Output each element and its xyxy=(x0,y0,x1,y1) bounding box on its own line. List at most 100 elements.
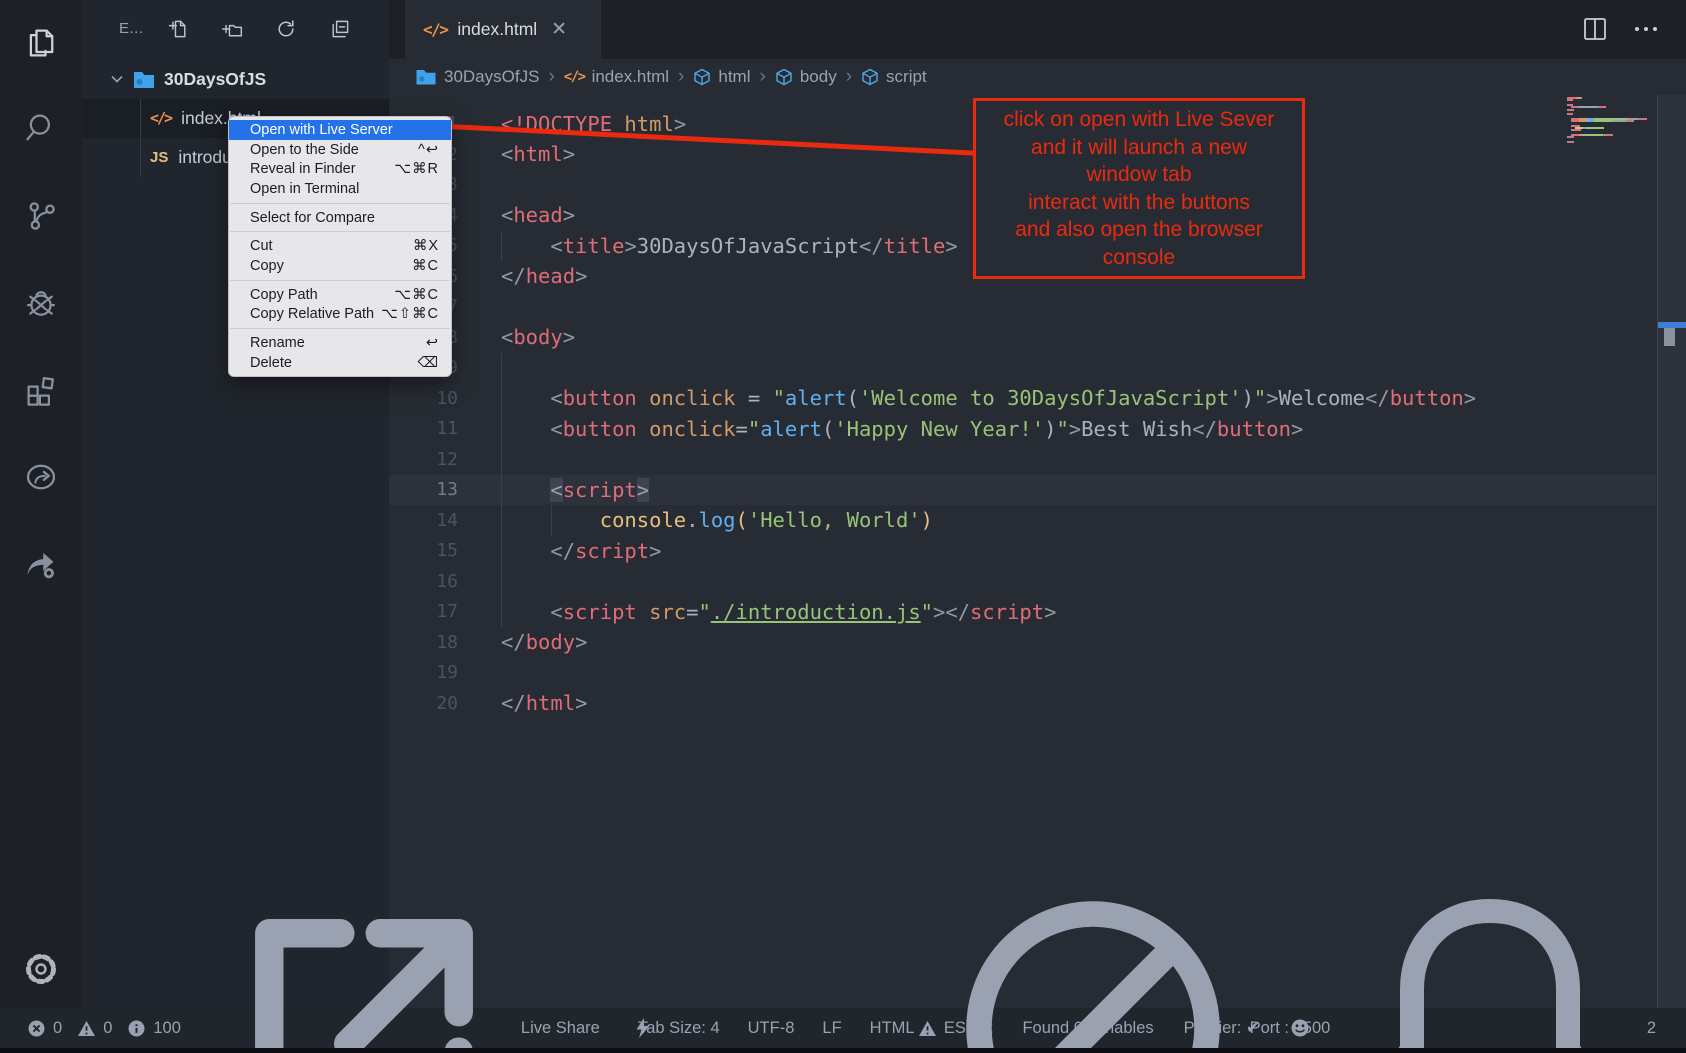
code-line-17: 17 <script src="./introduction.js"></scr… xyxy=(389,597,1656,628)
status-prettier-[interactable]: Prettier: ✔ xyxy=(1184,1018,1260,1038)
status-label: HTML xyxy=(870,1019,915,1038)
status-0[interactable]: 0 xyxy=(27,1019,62,1038)
menu-item-reveal-in-finder[interactable]: Reveal in Finder⌥⌘R xyxy=(229,159,451,179)
warning-icon xyxy=(77,1020,96,1037)
line-number: 13 xyxy=(389,479,458,500)
line-number: 11 xyxy=(389,418,458,439)
menu-item-label: Open with Live Server xyxy=(250,122,393,138)
scrollbar[interactable] xyxy=(1657,95,1686,1008)
annotation-text: and also open the browser xyxy=(976,216,1302,244)
bell-icon xyxy=(1340,878,1640,1053)
status-label: Live Share xyxy=(521,1019,600,1038)
menu-item-delete[interactable]: Delete⌫ xyxy=(229,353,451,373)
menu-item-label: Rename xyxy=(250,335,305,351)
status-label: 100 xyxy=(153,1019,181,1038)
code-line-19: 19 xyxy=(389,658,1656,689)
status-label: Prettier: ✔ xyxy=(1184,1018,1260,1038)
line-number: 20 xyxy=(389,693,458,714)
live-share-box-icon xyxy=(214,878,514,1053)
indent-guide xyxy=(501,231,502,262)
menu-item-open-with-live-server[interactable]: Open with Live Server xyxy=(229,120,451,140)
settings-gear-icon[interactable] xyxy=(22,950,60,988)
code-line-16: 16 xyxy=(389,566,1656,597)
minimap[interactable] xyxy=(1567,97,1647,157)
window-bottom-edge xyxy=(0,1048,1686,1053)
annotation-box: click on open with Live Severand it will… xyxy=(973,98,1305,279)
minimap-line xyxy=(1567,113,1573,115)
menu-item-label: Select for Compare xyxy=(250,210,375,226)
menu-item-shortcut: ⌘C xyxy=(412,258,439,274)
scrollbar-thumb[interactable] xyxy=(1664,328,1675,346)
menu-item-copy[interactable]: Copy ⌘C xyxy=(229,256,451,276)
menu-item-shortcut: ⌥⇧⌘C xyxy=(381,306,439,322)
menu-separator xyxy=(230,328,450,329)
minimap-line xyxy=(1567,129,1581,131)
code-line-11: 11 <button onclick="alert('Happy New Yea… xyxy=(389,414,1656,445)
status-2[interactable]: 2 xyxy=(1340,878,1656,1053)
js-file-icon: JS xyxy=(150,149,168,166)
menu-item-shortcut: ⌥⌘C xyxy=(394,287,439,303)
code-line-9: 9 xyxy=(389,353,1656,384)
status-utf-8[interactable]: UTF-8 xyxy=(748,1019,795,1038)
status-0[interactable]: 0 xyxy=(77,1019,112,1038)
menu-item-label: Reveal in Finder xyxy=(250,161,356,177)
menu-item-copy-relative-path[interactable]: Copy Relative Path⌥⇧⌘C xyxy=(229,305,451,325)
minimap-line xyxy=(1567,99,1573,101)
search-icon[interactable] xyxy=(23,110,59,146)
extensions-icon[interactable] xyxy=(23,372,59,408)
smiley-icon xyxy=(1290,1018,1310,1038)
line-number: 10 xyxy=(389,388,458,409)
code-line-10: 10 <button onclick = "alert('Welcome to … xyxy=(389,383,1656,414)
source-control-icon[interactable] xyxy=(23,198,59,234)
status-label: ESLint xyxy=(944,1019,993,1038)
status-label: UTF-8 xyxy=(748,1019,795,1038)
menu-item-label: Delete xyxy=(250,355,292,371)
new-folder-icon[interactable] xyxy=(221,18,243,40)
status-found-0-variables[interactable]: Found 0 variables xyxy=(1022,1019,1153,1038)
menu-item-copy-path[interactable]: Copy Path⌥⌘C xyxy=(229,285,451,305)
minimap-line xyxy=(1567,136,1574,138)
menu-item-label: Open to the Side xyxy=(250,142,359,158)
html-file-icon: </> xyxy=(150,109,171,127)
debug-icon[interactable] xyxy=(23,286,59,322)
live-share-icon[interactable] xyxy=(23,459,59,495)
menu-item-cut[interactable]: Cut⌘X xyxy=(229,236,451,256)
files-icon[interactable] xyxy=(23,25,59,61)
menu-item-open-in-terminal[interactable]: Open in Terminal xyxy=(229,179,451,199)
status-100[interactable]: 100 xyxy=(127,1019,181,1038)
line-number: 18 xyxy=(389,632,458,653)
status-label: Found 0 variables xyxy=(1022,1019,1153,1038)
code-line-20: 20</html> xyxy=(389,688,1656,719)
refresh-icon[interactable] xyxy=(275,18,297,40)
status-eslint[interactable]: ESLint xyxy=(918,1019,993,1038)
status-smiley[interactable] xyxy=(1290,1018,1310,1038)
menu-item-select-for-compare[interactable]: Select for Compare xyxy=(229,208,451,228)
status-tab-size-4[interactable]: Tab Size: 4 xyxy=(638,1019,720,1038)
menu-item-rename[interactable]: Rename ↩ xyxy=(229,333,451,353)
status-live-share[interactable]: Live Share xyxy=(214,878,600,1053)
annotation-text: click on open with Live Sever xyxy=(976,106,1302,134)
line-number: 14 xyxy=(389,510,458,531)
menu-separator xyxy=(230,203,450,204)
status-lf[interactable]: LF xyxy=(822,1019,841,1038)
line-number: 17 xyxy=(389,601,458,622)
folder-icon xyxy=(132,68,156,90)
status-html[interactable]: HTML xyxy=(870,1019,915,1038)
share-icon[interactable] xyxy=(23,545,59,581)
activity-bar xyxy=(0,0,82,1008)
menu-separator xyxy=(230,231,450,232)
menu-item-shortcut: ↩ xyxy=(426,335,439,351)
chevron-down-icon xyxy=(108,70,126,88)
tree-item-root-folder[interactable]: 30DaysOfJS xyxy=(82,60,389,99)
code-line-12: 12 xyxy=(389,444,1656,475)
minimap-line xyxy=(1567,141,1574,143)
menu-item-label: Copy xyxy=(250,258,284,274)
new-file-icon[interactable] xyxy=(167,18,189,40)
collapse-all-icon[interactable] xyxy=(329,18,351,40)
annotation-text: window tab xyxy=(976,161,1302,189)
annotation-text: and it will launch a new xyxy=(976,134,1302,162)
menu-item-open-to-the-side[interactable]: Open to the Side^↩ xyxy=(229,140,451,160)
line-number: 12 xyxy=(389,449,458,470)
code-line-14: 14 console.log('Hello, World') xyxy=(389,505,1656,536)
code-line-13: 13 <script> xyxy=(389,475,1656,506)
